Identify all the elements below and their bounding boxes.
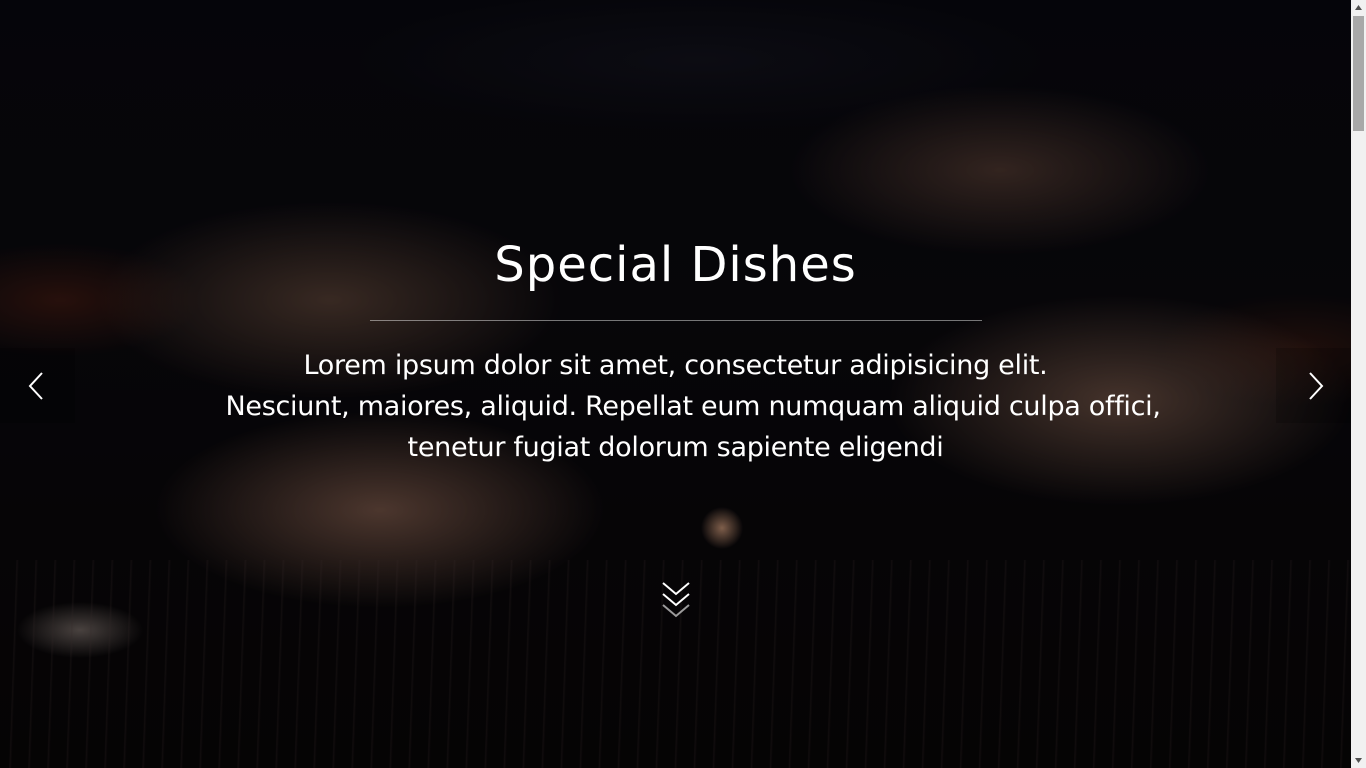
chevron-right-icon (1308, 371, 1323, 400)
scroll-down-button[interactable] (660, 580, 692, 624)
chevron-left-icon (28, 371, 43, 400)
slider-prev-button[interactable] (0, 348, 75, 423)
scrollbar-thumb[interactable] (1353, 16, 1364, 131)
hero-divider (369, 320, 982, 321)
hero-description-line: Lorem ipsum dolor sit amet, consectetur … (303, 350, 1048, 381)
double-chevron-down-icon (662, 582, 690, 618)
hero-description-line: tenetur fugiat dolorum sapiente eligendi (407, 432, 944, 463)
hero-description-line: Nesciunt, maiores, aliquid. Repellat eum… (225, 391, 1161, 422)
hero-content: Special Dishes Lorem ipsum dolor sit ame… (0, 232, 1351, 468)
slider-next-button[interactable] (1276, 348, 1351, 423)
scroll-up-arrow-icon[interactable] (1351, 0, 1366, 15)
hero-description: Lorem ipsum dolor sit amet, consectetur … (225, 345, 1161, 468)
scroll-down-arrow-icon[interactable] (1351, 753, 1366, 768)
page-scrollbar[interactable] (1351, 0, 1366, 768)
hero-title: Special Dishes (494, 237, 857, 293)
hero-section: Special Dishes Lorem ipsum dolor sit ame… (0, 0, 1351, 768)
